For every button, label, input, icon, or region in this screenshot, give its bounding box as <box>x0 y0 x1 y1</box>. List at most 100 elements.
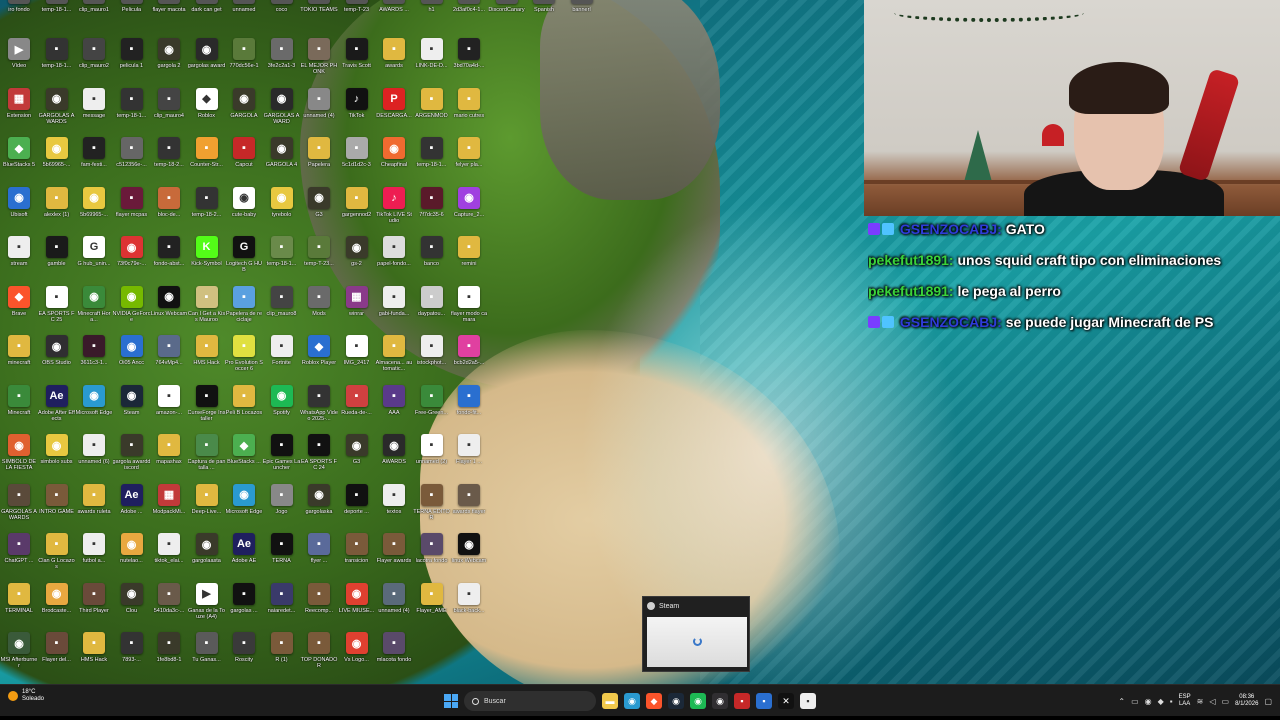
desktop-icon[interactable]: Ae Adobe After Effects <box>38 384 76 433</box>
file-explorer-icon[interactable]: ▬ <box>602 693 618 709</box>
desktop-icon[interactable]: ◉ G3 <box>300 186 338 235</box>
desktop-icon[interactable]: ◉ gs-2 <box>338 236 376 284</box>
desktop-icon[interactable]: TOKIO TEAMS <box>300 0 338 30</box>
desktop-icon[interactable]: ▪ GARGOLAS AWARDS <box>0 483 38 532</box>
desktop-icon[interactable]: ◉ Microsoft Edge <box>225 483 263 532</box>
steam-icon[interactable]: ◉ <box>668 693 684 709</box>
desktop-icon[interactable]: ▪ Pro Evolution Soccer 6 <box>225 335 263 383</box>
desktop-icon[interactable]: ▪ EA SPORTS FC 25 <box>38 285 76 334</box>
desktop-icon[interactable]: ◉ GARGOLAS AWARDS <box>38 87 76 136</box>
desktop-icon[interactable]: ◉ linux Webcam <box>450 533 488 581</box>
desktop-icon[interactable]: ▪ TERNA <box>263 533 301 581</box>
desktop-icon[interactable]: ▪ mlacota fondo <box>375 632 413 680</box>
desktop-icon[interactable]: ▪ TERNA EDITOR <box>413 483 451 532</box>
desktop-icon[interactable]: ▪ IMG_2417 <box>338 335 376 383</box>
desktop-icon[interactable]: bannerl <box>563 0 601 30</box>
tray-app-icon[interactable]: ◆ <box>1158 697 1164 706</box>
desktop-icon[interactable]: ▪ Tu Ganas... <box>188 632 226 680</box>
desktop-icon[interactable]: ▪ lacotra fondo <box>413 533 451 581</box>
desktop-icon[interactable]: ▪ remini <box>450 236 488 284</box>
desktop-icon[interactable]: ▪ 770dc56e-1 <box>225 38 263 86</box>
desktop-icon[interactable]: ▪ Flayer 1 ... <box>450 434 488 482</box>
desktop-icon[interactable]: ◉ nutelao... <box>113 533 151 581</box>
desktop-icon[interactable]: ▪ fam-festi... <box>75 137 113 185</box>
desktop-icon[interactable]: ▪ gargennod2 <box>338 186 376 235</box>
desktop-icon[interactable]: ▪ felyer pla... <box>450 137 488 185</box>
desktop-icon[interactable]: dark can get <box>188 0 226 30</box>
desktop-icon[interactable]: ▪ flayer modo camara <box>450 285 488 334</box>
desktop-icon[interactable]: ◉ Linux Webcam <box>150 285 188 334</box>
desktop-icon[interactable]: ▪ R (1) <box>263 632 301 680</box>
desktop-icon[interactable]: ◉ 5b69965-... <box>75 186 113 235</box>
desktop-icon[interactable]: ▪ amazon-... <box>150 384 188 433</box>
desktop-icon[interactable]: ▪ transicion <box>338 533 376 581</box>
desktop-icon[interactable]: ▶ Ganas de la Touze (A4) <box>188 582 226 631</box>
desktop-icon[interactable]: ▪ Flayer awards <box>375 533 413 581</box>
desktop-icon[interactable]: ◉ tyrebolo <box>263 186 301 235</box>
desktop-icon[interactable]: ▪ 764vMp4... <box>150 335 188 383</box>
desktop-icon[interactable]: ▪ black-back... <box>450 582 488 631</box>
clock[interactable]: 08:36 8/1/2026 <box>1235 694 1258 708</box>
app-icon[interactable]: ▪ <box>756 693 772 709</box>
steam-window-preview[interactable]: Steam <box>642 596 750 672</box>
desktop-icon[interactable]: Ae Adobe AE <box>225 533 263 581</box>
desktop-icon[interactable]: ♪ TikTok <box>338 87 376 136</box>
desktop-icon[interactable]: P DESCARGA... <box>375 87 413 136</box>
desktop-icon[interactable]: Ae Adobe ... <box>113 483 151 532</box>
desktop-icon[interactable]: 2d3af0c4-1... <box>450 0 488 30</box>
desktop-icon[interactable]: ▪ Minecraft <box>0 384 38 433</box>
desktop-icon[interactable]: ▪ bcb2d2a5-... <box>450 335 488 383</box>
desktop-icon[interactable]: ▪ pelicula 1 <box>113 38 151 86</box>
desktop-icon[interactable]: ▪ stream <box>0 236 38 284</box>
desktop-icon[interactable]: ◆ BlueStacks 5 <box>0 137 38 185</box>
desktop-icon[interactable]: Spanish <box>525 0 563 30</box>
network-icon[interactable]: ▭ <box>1131 697 1139 706</box>
notifications-icon[interactable]: ▢ <box>1264 697 1272 706</box>
desktop-icon[interactable]: ▪ Flayer del... <box>38 632 76 680</box>
desktop-icon[interactable]: ▦ Extension <box>0 87 38 136</box>
desktop-icon[interactable]: ▪ unnamed (6) <box>75 434 113 482</box>
desktop-icon[interactable]: ▪ INTRO GAME <box>38 483 76 532</box>
brave-icon[interactable]: ◆ <box>646 693 662 709</box>
tray-app-icon[interactable]: ◉ <box>1145 697 1152 706</box>
desktop-icon[interactable]: ▪ Third Player <box>75 582 113 631</box>
desktop-icon[interactable]: ▪ mario cutres <box>450 87 488 136</box>
desktop-icon[interactable]: ◉ Microsoft Edge <box>75 384 113 433</box>
desktop-icon[interactable]: ▪ 7f7dc35-6 <box>413 186 451 235</box>
desktop-icon[interactable]: ▪ TERMINAL <box>0 582 38 631</box>
desktop-icon[interactable]: ▪ HMS Hack <box>188 335 226 383</box>
desktop-icon[interactable]: ▪ temp-18-2... <box>188 186 226 235</box>
notes-icon[interactable]: ▪ <box>800 693 816 709</box>
desktop-icon[interactable]: ◆ Roblox <box>188 87 226 136</box>
desktop-icon[interactable]: ◆ Brave <box>0 285 38 334</box>
start-button[interactable] <box>444 694 458 708</box>
desktop-icon[interactable]: ▪ Capcut <box>225 137 263 185</box>
desktop-icon[interactable]: ▪ Free-Green... <box>413 384 451 433</box>
desktop-icon[interactable]: ▪ 5410da3c-... <box>150 582 188 631</box>
desktop-icon[interactable]: ♪ TikTok LIVE Studio <box>375 186 413 235</box>
desktop-icon[interactable]: ▪ textos <box>375 483 413 532</box>
battery-icon[interactable]: ▭ <box>1222 697 1230 706</box>
desktop-icon[interactable]: ◉ gargola 2 <box>150 38 188 86</box>
desktop-icon[interactable]: ▪ bloc-de... <box>150 186 188 235</box>
desktop-icon[interactable]: ◉ gargolas award <box>188 38 226 86</box>
desktop-icon[interactable]: ▪ Roscity <box>225 632 263 680</box>
desktop-icon[interactable]: ▪ flyer ... <box>300 533 338 581</box>
recording-icon[interactable]: ▪ <box>734 693 750 709</box>
desktop-icon[interactable]: ◉ OBS Studio <box>38 335 76 383</box>
desktop-icon[interactable]: ▪ ChatGPT ... <box>0 533 38 581</box>
desktop-icon[interactable]: ◉ 73f0c79e-... <box>113 236 151 284</box>
desktop-icon[interactable]: ▪ temp-T-23... <box>300 236 338 284</box>
desktop-icon[interactable]: ▪ Jogo <box>263 483 301 532</box>
desktop-icon[interactable]: temp-T-23 <box>338 0 376 30</box>
desktop-icon[interactable]: G G hub_unin... <box>75 236 113 284</box>
desktop-icon[interactable]: ▪ istockphot... <box>413 335 451 383</box>
desktop-icon[interactable]: ◉ Clou <box>113 582 151 631</box>
desktop-icon[interactable]: clip_mauro1 <box>75 0 113 30</box>
desktop-icon[interactable]: ▪ clip_mauro4 <box>150 87 188 136</box>
desktop-icon[interactable]: unnamed <box>225 0 263 30</box>
desktop-icon[interactable]: ◉ Oi05 Ancc <box>113 335 151 383</box>
desktop-icon[interactable]: ◉ simbolo subs <box>38 434 76 482</box>
desktop-icon[interactable]: ◉ Vs Logo... <box>338 632 376 680</box>
desktop-icon[interactable]: ▪ Epic Games Launcher <box>263 434 301 482</box>
